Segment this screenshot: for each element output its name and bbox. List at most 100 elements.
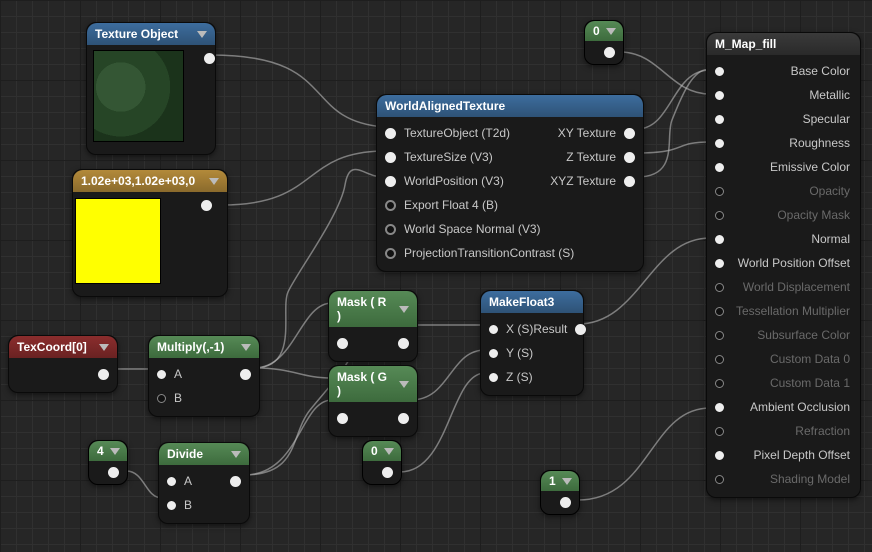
node-texcoord[interactable]: TexCoord[0]: [8, 335, 118, 393]
material-pin-custom-data-0[interactable]: Custom Data 0: [707, 347, 860, 371]
input-pin[interactable]: [715, 475, 724, 484]
output-pin[interactable]: [240, 369, 251, 380]
material-pin-tessellation-multiplier[interactable]: Tessellation Multiplier: [707, 299, 860, 323]
material-pin-custom-data-1[interactable]: Custom Data 1: [707, 371, 860, 395]
material-pin-metallic[interactable]: Metallic: [707, 83, 860, 107]
output-pin-xyz[interactable]: [624, 176, 635, 187]
output-pin[interactable]: [204, 53, 215, 64]
collapse-icon[interactable]: [384, 448, 394, 455]
collapse-icon[interactable]: [399, 306, 409, 313]
input-pin-textureobject[interactable]: [385, 128, 396, 139]
input-pin-exportfloat4[interactable]: [385, 200, 396, 211]
collapse-icon[interactable]: [99, 344, 109, 351]
material-pin-subsurface-color[interactable]: Subsurface Color: [707, 323, 860, 347]
input-pin-worldposition[interactable]: [385, 176, 396, 187]
output-pin[interactable]: [398, 413, 409, 424]
output-pin[interactable]: [398, 338, 409, 349]
collapse-icon[interactable]: [241, 344, 251, 351]
collapse-icon[interactable]: [110, 448, 120, 455]
input-pin[interactable]: [715, 91, 724, 100]
input-pin-z[interactable]: [489, 373, 498, 382]
input-pin-b[interactable]: [157, 394, 166, 403]
input-pin-b[interactable]: [167, 501, 176, 510]
input-pin[interactable]: [715, 67, 724, 76]
output-pin-z[interactable]: [624, 152, 635, 163]
output-pin[interactable]: [230, 476, 241, 487]
material-pin-emissive-color[interactable]: Emissive Color: [707, 155, 860, 179]
input-pin[interactable]: [715, 283, 724, 292]
node-header[interactable]: Multiply(,-1): [149, 336, 259, 358]
material-pin-normal[interactable]: Normal: [707, 227, 860, 251]
material-pin-specular[interactable]: Specular: [707, 107, 860, 131]
input-pin[interactable]: [337, 413, 348, 424]
material-pin-pixel-depth-offset[interactable]: Pixel Depth Offset: [707, 443, 860, 467]
input-pin[interactable]: [715, 403, 724, 412]
material-pin-roughness[interactable]: Roughness: [707, 131, 860, 155]
input-pin-a[interactable]: [167, 477, 176, 486]
output-pin-xy[interactable]: [624, 128, 635, 139]
node-header[interactable]: Mask ( R ): [329, 291, 417, 327]
node-header[interactable]: Mask ( G ): [329, 366, 417, 402]
output-pin[interactable]: [98, 369, 109, 380]
output-pin[interactable]: [108, 467, 119, 478]
node-constant-1[interactable]: 1: [540, 470, 580, 515]
node-header[interactable]: Texture Object: [87, 23, 215, 45]
node-constant-4[interactable]: 4: [88, 440, 128, 485]
input-pin[interactable]: [715, 163, 724, 172]
node-header[interactable]: 1.02e+03,1.02e+03,0: [73, 170, 227, 192]
material-pin-opacity[interactable]: Opacity: [707, 179, 860, 203]
input-pin[interactable]: [715, 331, 724, 340]
node-header[interactable]: Divide: [159, 443, 249, 465]
input-pin-worldspacenormal[interactable]: [385, 224, 396, 235]
input-pin[interactable]: [715, 259, 724, 268]
output-pin[interactable]: [382, 467, 393, 478]
node-mask-r[interactable]: Mask ( R ): [328, 290, 418, 362]
collapse-icon[interactable]: [209, 178, 219, 185]
material-pin-opacity-mask[interactable]: Opacity Mask: [707, 203, 860, 227]
input-pin[interactable]: [715, 187, 724, 196]
input-pin-y[interactable]: [489, 349, 498, 358]
input-pin[interactable]: [715, 307, 724, 316]
node-header[interactable]: WorldAlignedTexture: [377, 95, 643, 117]
material-pin-ambient-occlusion[interactable]: Ambient Occlusion: [707, 395, 860, 419]
input-pin[interactable]: [715, 115, 724, 124]
node-material-output[interactable]: M_Map_fill Base ColorMetallicSpecularRou…: [706, 32, 861, 498]
node-header[interactable]: M_Map_fill: [707, 33, 860, 55]
collapse-icon[interactable]: [399, 381, 409, 388]
output-pin[interactable]: [560, 497, 571, 508]
input-pin[interactable]: [715, 355, 724, 364]
node-makefloat3[interactable]: MakeFloat3 X (S) Result Y (S) Z (S): [480, 290, 584, 396]
node-constant3vector[interactable]: 1.02e+03,1.02e+03,0: [72, 169, 228, 297]
node-divide[interactable]: Divide A B: [158, 442, 250, 524]
node-header[interactable]: MakeFloat3: [481, 291, 583, 313]
node-constant-0-bottom[interactable]: 0: [362, 440, 402, 485]
material-pin-base-color[interactable]: Base Color: [707, 59, 860, 83]
node-multiply[interactable]: Multiply(,-1) A B: [148, 335, 260, 417]
collapse-icon[interactable]: [197, 31, 207, 38]
input-pin-x[interactable]: [489, 325, 498, 334]
node-header[interactable]: TexCoord[0]: [9, 336, 117, 358]
material-pin-shading-model[interactable]: Shading Model: [707, 467, 860, 491]
material-pin-world-position-offset[interactable]: World Position Offset: [707, 251, 860, 275]
node-texture-object[interactable]: Texture Object: [86, 22, 216, 155]
input-pin[interactable]: [715, 235, 724, 244]
input-pin-projectiontransition[interactable]: [385, 248, 396, 259]
collapse-icon[interactable]: [606, 28, 616, 35]
output-pin[interactable]: [604, 47, 615, 58]
input-pin-texturesize[interactable]: [385, 152, 396, 163]
output-pin[interactable]: [201, 200, 212, 211]
collapse-icon[interactable]: [231, 451, 241, 458]
node-world-aligned-texture[interactable]: WorldAlignedTexture TextureObject (T2d) …: [376, 94, 644, 272]
node-constant-0-top[interactable]: 0: [584, 20, 624, 65]
collapse-icon[interactable]: [562, 478, 572, 485]
node-mask-g[interactable]: Mask ( G ): [328, 365, 418, 437]
input-pin[interactable]: [715, 451, 724, 460]
input-pin[interactable]: [715, 139, 724, 148]
input-pin-a[interactable]: [157, 370, 166, 379]
material-pin-world-displacement[interactable]: World Displacement: [707, 275, 860, 299]
input-pin[interactable]: [337, 338, 348, 349]
output-pin[interactable]: [575, 324, 586, 335]
input-pin[interactable]: [715, 379, 724, 388]
material-pin-refraction[interactable]: Refraction: [707, 419, 860, 443]
input-pin[interactable]: [715, 211, 724, 220]
